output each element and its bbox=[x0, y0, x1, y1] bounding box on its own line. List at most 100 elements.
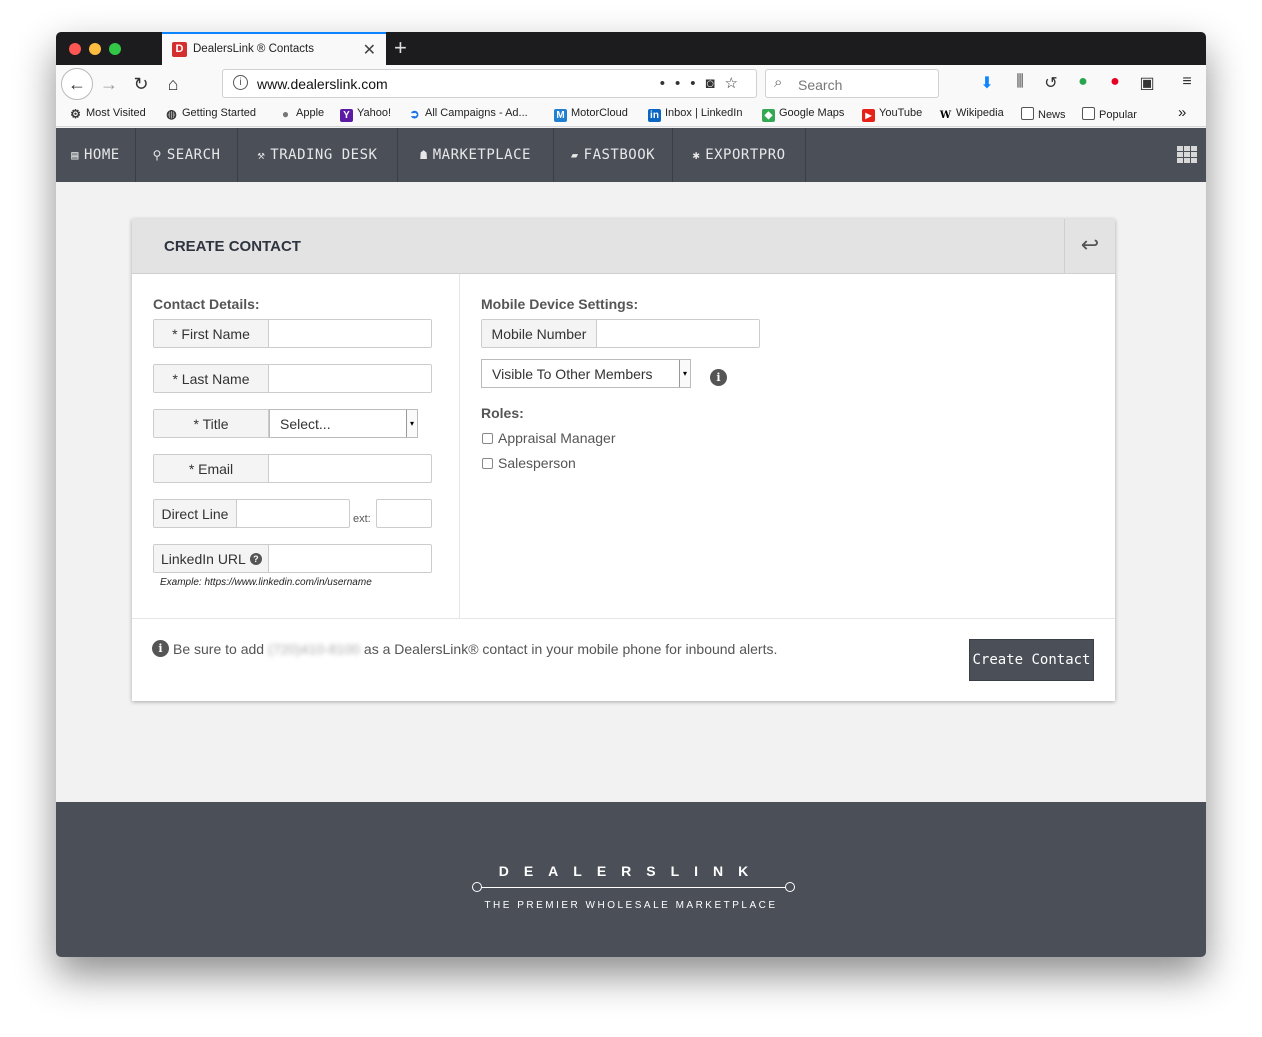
direct-line-field[interactable]: Direct Line bbox=[153, 499, 350, 528]
linkedin-example-hint: Example: https://www.linkedin.com/in/use… bbox=[160, 577, 372, 588]
inbound-alert-notice: i Be sure to add (720)410-8100 as a Deal… bbox=[152, 640, 777, 657]
roles-heading: Roles: bbox=[481, 405, 524, 421]
browser-window: D DealersLink ® Contacts ✕ + ← → ↻ ⌂ i w… bbox=[56, 32, 1206, 957]
nav-trading-desk[interactable]: ⚒ TRADING DESK bbox=[238, 128, 398, 182]
new-tab-icon[interactable]: + bbox=[394, 35, 407, 61]
mobile-number-field[interactable]: Mobile Number bbox=[481, 319, 760, 348]
help-question-icon[interactable]: ? bbox=[249, 552, 262, 565]
card-header: CREATE CONTACT ↩ bbox=[132, 219, 1115, 274]
visibility-info-icon[interactable]: i bbox=[710, 368, 727, 386]
role-salesperson[interactable]: Salesperson bbox=[482, 455, 576, 471]
campaign-icon: ➲ bbox=[409, 107, 420, 121]
notice-info-icon: i bbox=[152, 640, 169, 657]
role-appraisal-manager[interactable]: Appraisal Manager bbox=[482, 430, 616, 446]
ext-label: ext: bbox=[353, 513, 371, 525]
nav-toolbar: ← → ↻ ⌂ i www.dealerslink.com •••◙☆ ⌕ Se… bbox=[56, 65, 1206, 103]
grammarly-icon[interactable]: ● bbox=[1072, 73, 1094, 91]
home-icon[interactable]: ⌂ bbox=[158, 69, 188, 99]
close-window-button[interactable] bbox=[69, 43, 81, 55]
minimize-window-button[interactable] bbox=[89, 43, 101, 55]
bookmark-all-campaigns[interactable]: ➲ All Campaigns - Ad... bbox=[408, 107, 527, 121]
motorcloud-icon: M bbox=[554, 109, 567, 122]
nav-fastbook[interactable]: ▰ FASTBOOK bbox=[554, 128, 673, 182]
email-field[interactable]: * Email bbox=[153, 454, 432, 483]
bookmark-youtube[interactable]: ▶ YouTube bbox=[862, 107, 922, 122]
bookmark-linkedin[interactable]: in Inbox | LinkedIn bbox=[648, 107, 742, 122]
bookmark-yahoo[interactable]: Y Yahoo! bbox=[340, 107, 391, 122]
first-name-field[interactable]: * First Name bbox=[153, 319, 432, 348]
zoom-window-button[interactable] bbox=[109, 43, 121, 55]
email-label: * Email bbox=[154, 455, 269, 482]
close-tab-icon[interactable]: ✕ bbox=[363, 40, 376, 60]
maps-icon: ◆ bbox=[762, 109, 775, 122]
salesperson-checkbox[interactable] bbox=[482, 457, 493, 469]
footer-divider bbox=[132, 618, 1115, 619]
folder-icon bbox=[1021, 107, 1034, 120]
page-actions: •••◙☆ bbox=[660, 74, 748, 92]
brand-line-dot bbox=[472, 882, 482, 892]
yahoo-icon: Y bbox=[340, 109, 353, 122]
pocket-icon[interactable]: ◙ bbox=[705, 75, 724, 92]
dropdown-arrow-icon: ▾ bbox=[679, 360, 690, 387]
linkedin-icon: in bbox=[648, 109, 661, 122]
mobile-number-label: Mobile Number bbox=[482, 320, 597, 347]
back-arrow-icon[interactable]: ← bbox=[61, 68, 93, 100]
extension-field[interactable] bbox=[376, 499, 432, 528]
url-bar[interactable]: i www.dealerslink.com •••◙☆ bbox=[222, 69, 757, 98]
browser-tab[interactable]: D DealersLink ® Contacts ✕ bbox=[162, 32, 386, 65]
search-input[interactable]: Search bbox=[798, 77, 842, 93]
globe-icon: ◍ bbox=[166, 107, 177, 121]
mobile-settings-heading: Mobile Device Settings: bbox=[481, 296, 639, 312]
reload-icon[interactable]: ↻ bbox=[126, 69, 156, 99]
bookmark-getting-started[interactable]: ◍ Getting Started bbox=[165, 107, 256, 121]
sidebar-icon[interactable]: ▣ bbox=[1136, 73, 1158, 93]
linkedin-url-field[interactable]: LinkedIn URL ? bbox=[153, 544, 432, 573]
nav-exportpro[interactable]: ✱ EXPORTPRO bbox=[673, 128, 806, 182]
book-icon: ▰ bbox=[570, 148, 579, 162]
youtube-icon: ▶ bbox=[862, 109, 875, 122]
wikipedia-icon: W bbox=[939, 110, 952, 121]
bookmark-star-icon[interactable]: ☆ bbox=[725, 75, 748, 92]
bookmark-most-visited[interactable]: ⚙ Most Visited bbox=[69, 107, 146, 121]
search-key-icon: ⚲ bbox=[152, 148, 162, 162]
nav-search[interactable]: ⚲ SEARCH bbox=[136, 128, 238, 182]
history-icon[interactable]: ↺ bbox=[1040, 73, 1062, 93]
bookmarks-bar: ⚙ Most Visited ◍ Getting Started ● Apple YY… bbox=[56, 103, 1206, 127]
column-divider bbox=[459, 274, 460, 618]
reply-back-icon[interactable]: ↩ bbox=[1064, 219, 1115, 274]
menu-icon[interactable]: ≡ bbox=[1176, 73, 1198, 91]
create-contact-card: CREATE CONTACT ↩ Contact Details: * Firs… bbox=[132, 219, 1115, 701]
nav-home[interactable]: ▤ HOME bbox=[56, 128, 136, 182]
nav-marketplace[interactable]: ☗ MARKETPLACE bbox=[398, 128, 554, 182]
bookmark-motorcloud[interactable]: M MotorCloud bbox=[554, 107, 628, 122]
app-navigation: ▤ HOME ⚲ SEARCH ⚒ TRADING DESK ☗ MARKETPLACE… bbox=[56, 128, 1206, 182]
appraisal-manager-checkbox[interactable] bbox=[482, 432, 493, 444]
bookmark-google-maps[interactable]: ◆ Google Maps bbox=[762, 107, 844, 122]
search-bar[interactable]: ⌕ Search bbox=[765, 69, 939, 98]
bookmark-popular[interactable]: Popular bbox=[1082, 107, 1137, 121]
page-title: CREATE CONTACT bbox=[164, 238, 301, 255]
blurred-phone-number: (720)410-8100 bbox=[268, 640, 360, 657]
download-icon[interactable]: ⬇ bbox=[976, 73, 998, 93]
more-bookmarks-icon[interactable]: » bbox=[1178, 104, 1186, 121]
apps-grid-icon[interactable] bbox=[1177, 146, 1197, 163]
forward-arrow-icon[interactable]: → bbox=[94, 69, 124, 99]
title-select[interactable]: Select... ▾ bbox=[269, 409, 418, 438]
title-label: * Title bbox=[154, 410, 269, 437]
create-contact-button[interactable]: Create Contact bbox=[969, 639, 1094, 681]
folder-icon bbox=[1082, 107, 1095, 120]
pinterest-icon[interactable]: ● bbox=[1104, 73, 1126, 91]
last-name-field[interactable]: * Last Name bbox=[153, 364, 432, 393]
footer-brand: DEALERSLINK bbox=[498, 863, 764, 879]
home-list-icon: ▤ bbox=[71, 148, 79, 162]
bookmark-news[interactable]: News bbox=[1021, 107, 1066, 121]
library-icon[interactable]: ⫼ bbox=[1009, 73, 1031, 91]
visibility-select[interactable]: Visible To Other Members ▾ bbox=[481, 359, 691, 388]
footer-tagline: THE PREMIER WHOLESALE MARKETPLACE bbox=[484, 900, 778, 911]
last-name-label: * Last Name bbox=[154, 365, 269, 392]
site-info-icon[interactable]: i bbox=[233, 75, 248, 90]
bookmark-wikipedia[interactable]: W Wikipedia bbox=[939, 107, 1004, 122]
bookmark-apple[interactable]: ● Apple bbox=[279, 107, 324, 121]
url-text[interactable]: www.dealerslink.com bbox=[257, 76, 388, 92]
more-actions-icon[interactable]: ••• bbox=[660, 75, 706, 92]
